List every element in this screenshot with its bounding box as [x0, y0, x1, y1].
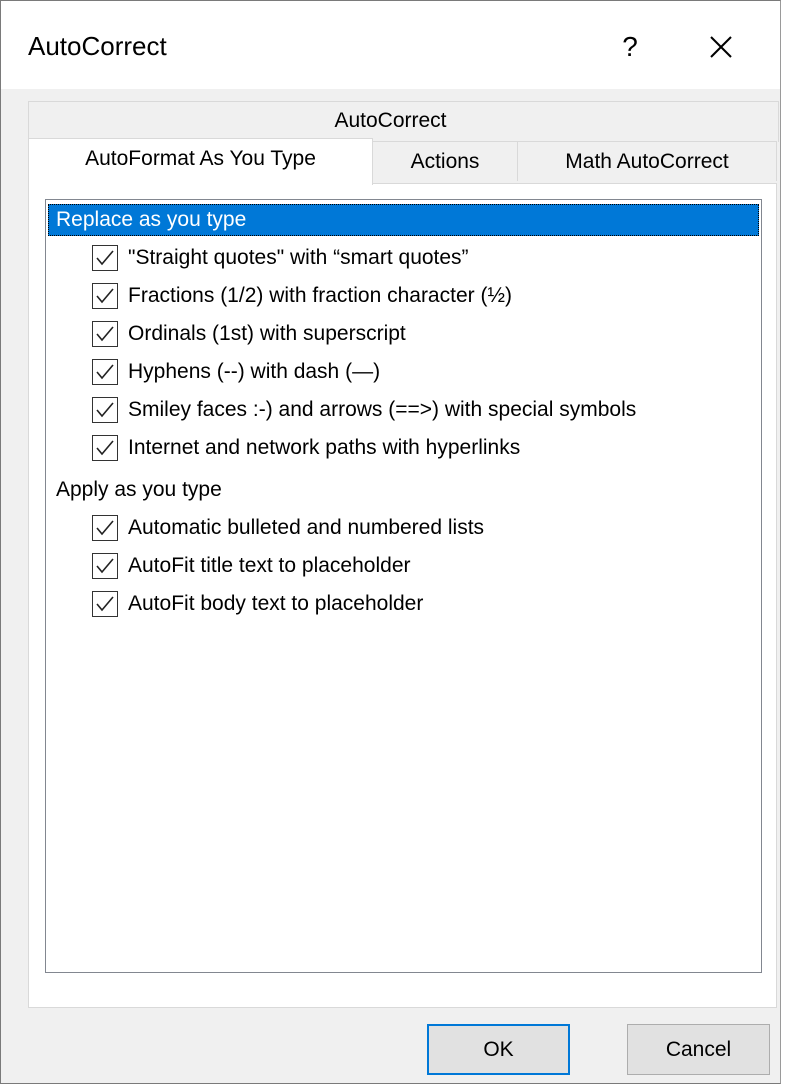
checkmark-icon	[96, 288, 114, 304]
checkbox[interactable]	[92, 515, 118, 541]
option-bulleted-lists[interactable]: Automatic bulleted and numbered lists	[92, 510, 484, 546]
checkmark-icon	[96, 520, 114, 536]
option-label: Automatic bulleted and numbered lists	[128, 516, 485, 539]
option-label: Ordinals (1st) with superscript	[128, 322, 406, 345]
tab-autoformat-as-you-type[interactable]: AutoFormat As You Type	[28, 138, 373, 185]
group-header-replace-as-you-type[interactable]: Replace as you type	[48, 204, 759, 236]
option-fractions[interactable]: Fractions (1/2) with fraction character …	[92, 278, 512, 314]
option-label: Fractions (1/2) with fraction character …	[128, 284, 512, 307]
autocorrect-dialog: AutoCorrect ? AutoCorrect AutoFormat As …	[0, 0, 781, 1084]
option-autofit-body[interactable]: AutoFit body text to placeholder	[92, 586, 423, 622]
option-ordinals[interactable]: Ordinals (1st) with superscript	[92, 316, 406, 352]
tab-actions[interactable]: Actions	[372, 141, 518, 181]
checkmark-icon	[96, 402, 114, 418]
option-label: "Straight quotes" with “smart quotes”	[128, 246, 469, 269]
group-header-apply-as-you-type[interactable]: Apply as you type	[48, 474, 759, 506]
ok-button[interactable]: OK	[427, 1024, 570, 1075]
tab-math-autocorrect[interactable]: Math AutoCorrect	[517, 141, 777, 181]
tab-autocorrect-label: AutoCorrect	[334, 109, 447, 132]
option-straight-quotes[interactable]: "Straight quotes" with “smart quotes”	[92, 240, 469, 276]
checkmark-icon	[96, 440, 114, 456]
checkbox[interactable]	[92, 283, 118, 309]
option-hyphens[interactable]: Hyphens (--) with dash (—)	[92, 354, 380, 390]
option-label: Smiley faces :-) and arrows (==>) with s…	[128, 398, 637, 421]
option-label: AutoFit body text to placeholder	[128, 592, 424, 615]
checkbox[interactable]	[92, 435, 118, 461]
checkbox[interactable]	[92, 245, 118, 271]
cancel-button[interactable]: Cancel	[627, 1024, 770, 1075]
window-title: AutoCorrect	[28, 31, 167, 61]
checkmark-icon	[96, 364, 114, 380]
help-button[interactable]: ?	[608, 25, 652, 69]
checkmark-icon	[96, 558, 114, 574]
checkbox[interactable]	[92, 359, 118, 385]
option-smiley-faces[interactable]: Smiley faces :-) and arrows (==>) with s…	[92, 392, 636, 428]
option-label: Hyphens (--) with dash (—)	[128, 360, 381, 383]
option-internet-paths[interactable]: Internet and network paths with hyperlin…	[92, 430, 520, 466]
close-button[interactable]	[697, 23, 745, 71]
title-bar: AutoCorrect ?	[1, 1, 780, 89]
checkbox[interactable]	[92, 397, 118, 423]
options-list[interactable]: Replace as you type "Straight quotes" wi…	[45, 199, 762, 973]
option-label: AutoFit title text to placeholder	[128, 554, 411, 577]
close-icon	[710, 36, 732, 58]
checkbox[interactable]	[92, 321, 118, 347]
checkmark-icon	[96, 250, 114, 266]
checkbox[interactable]	[92, 553, 118, 579]
option-autofit-title[interactable]: AutoFit title text to placeholder	[92, 548, 411, 584]
checkmark-icon	[96, 596, 114, 612]
checkbox[interactable]	[92, 591, 118, 617]
option-label: Internet and network paths with hyperlin…	[128, 436, 521, 459]
checkmark-icon	[96, 326, 114, 342]
